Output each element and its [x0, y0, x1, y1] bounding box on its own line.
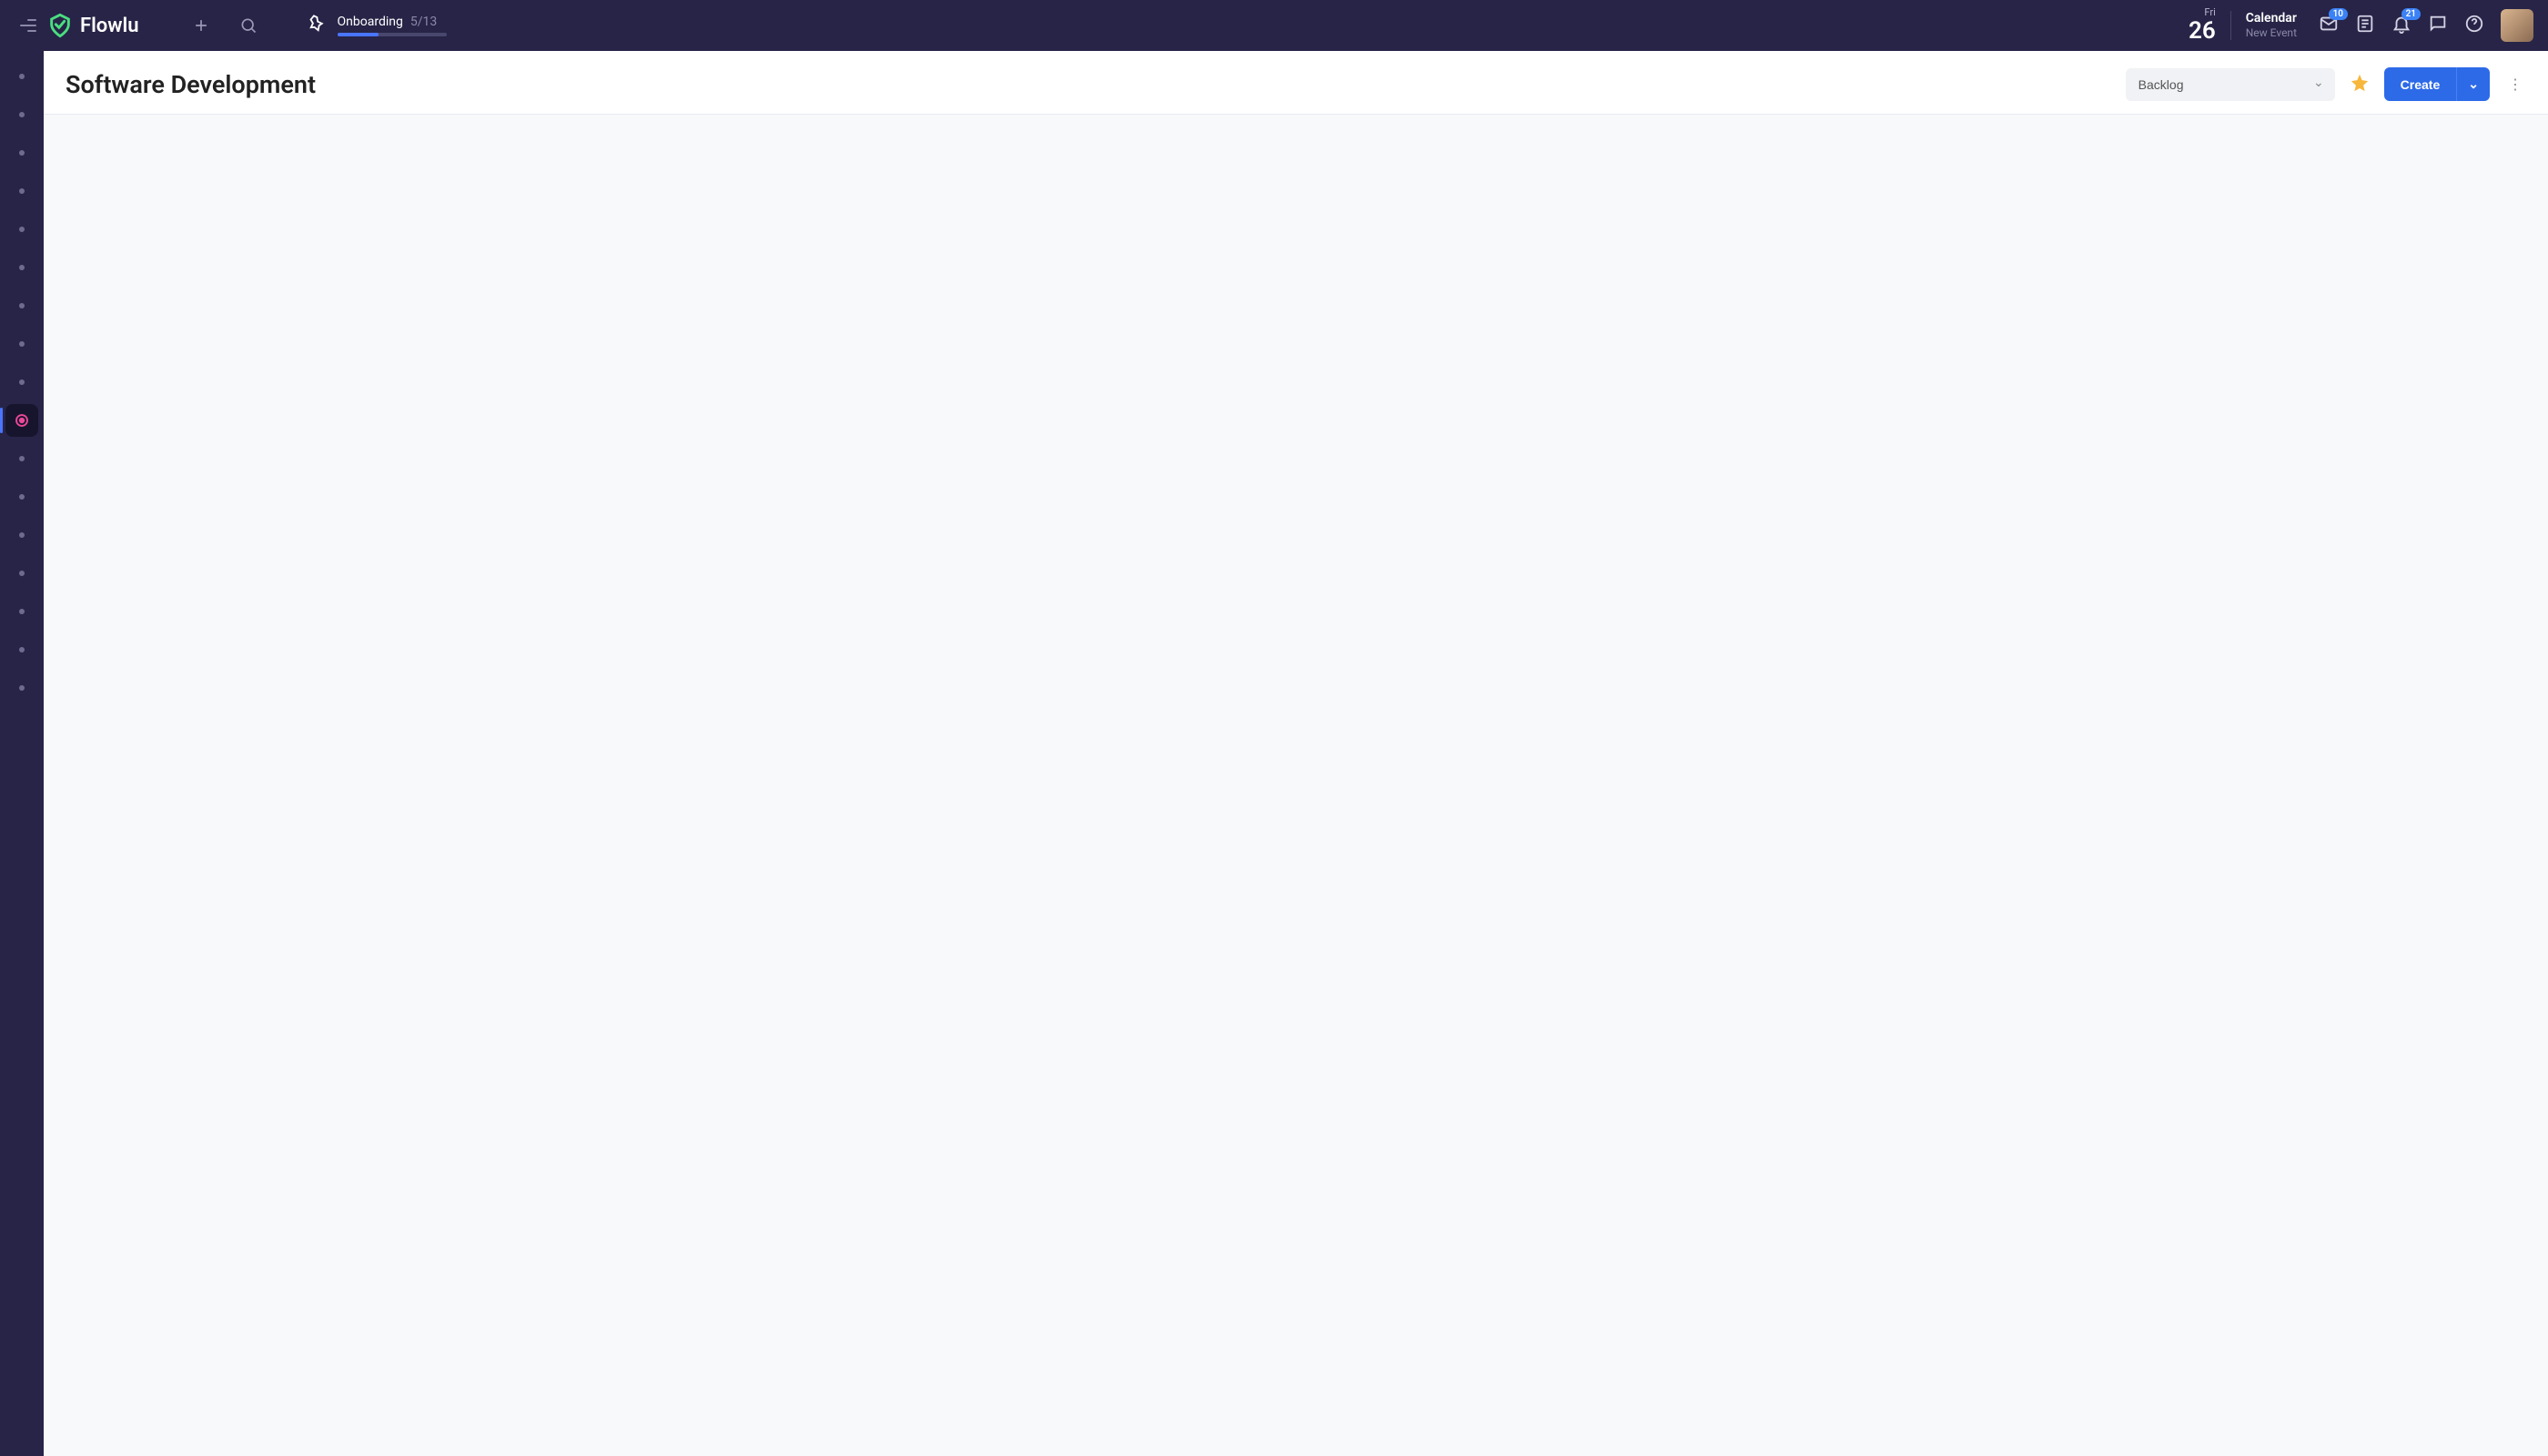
page-header: Software Development Backlog Create ⌄ ⋮ — [44, 51, 2548, 115]
rail-box-icon[interactable] — [5, 98, 38, 131]
onboarding-progress — [338, 33, 447, 36]
rail-clipboard-icon[interactable] — [5, 442, 38, 475]
create-button[interactable]: Create — [2384, 67, 2457, 101]
side-rail — [0, 51, 44, 1456]
chat-icon[interactable] — [2428, 14, 2448, 37]
bell-icon[interactable]: 21 — [2391, 14, 2412, 37]
pin-icon — [307, 14, 327, 37]
add-icon[interactable] — [185, 9, 217, 42]
date-block[interactable]: Fri 26 — [2189, 7, 2216, 45]
more-icon[interactable]: ⋮ — [2504, 76, 2526, 93]
help-icon[interactable] — [2464, 14, 2484, 37]
rail-users-icon[interactable] — [5, 366, 38, 399]
inbox-badge: 10 — [2329, 8, 2348, 20]
topbar: Flowlu Onboarding 5/13 Fri 26 Calendar N… — [0, 0, 2548, 51]
calendar-subtitle: New Event — [2246, 26, 2297, 39]
page-title: Software Development — [66, 70, 2111, 99]
inbox-icon[interactable]: 10 — [2319, 14, 2339, 37]
bell-badge: 21 — [2401, 8, 2421, 20]
brand-text: Flowlu — [80, 15, 139, 37]
star-icon[interactable] — [2350, 73, 2370, 96]
weekday: Fri — [2189, 7, 2216, 18]
rail-filter-icon[interactable] — [5, 136, 38, 169]
calendar-block[interactable]: Calendar New Event — [2246, 11, 2297, 39]
rail-tag-icon[interactable] — [5, 289, 38, 322]
rail-timer-icon[interactable] — [5, 672, 38, 704]
user-avatar[interactable] — [2501, 9, 2533, 42]
onboarding-label: Onboarding — [338, 15, 403, 29]
create-button-group: Create ⌄ — [2384, 67, 2490, 101]
rail-arrow-icon[interactable] — [5, 328, 38, 360]
logo-icon — [47, 13, 73, 38]
day-number: 26 — [2189, 18, 2216, 45]
rail-folder-icon[interactable] — [5, 595, 38, 628]
rail-pin-icon[interactable] — [5, 557, 38, 590]
rail-copy-icon[interactable] — [5, 519, 38, 551]
rail-branch-icon[interactable] — [5, 633, 38, 666]
search-icon[interactable] — [232, 9, 265, 42]
calendar-title: Calendar — [2246, 11, 2297, 26]
logo[interactable]: Flowlu — [47, 13, 139, 38]
divider — [2230, 11, 2231, 40]
rail-stack-icon[interactable] — [5, 480, 38, 513]
rail-target-icon[interactable] — [5, 175, 38, 207]
onboarding-widget[interactable]: Onboarding 5/13 — [307, 14, 447, 37]
notes-icon[interactable] — [2355, 14, 2375, 37]
rail-agile-icon[interactable] — [5, 404, 38, 437]
backlog-selector[interactable]: Backlog — [2126, 68, 2335, 101]
onboarding-count: 5/13 — [410, 15, 437, 29]
menu-toggle[interactable] — [15, 19, 36, 32]
rail-grid-icon[interactable] — [5, 60, 38, 93]
create-dropdown[interactable]: ⌄ — [2456, 67, 2490, 101]
rail-sliders-icon[interactable] — [5, 213, 38, 246]
rail-link-icon[interactable] — [5, 251, 38, 284]
